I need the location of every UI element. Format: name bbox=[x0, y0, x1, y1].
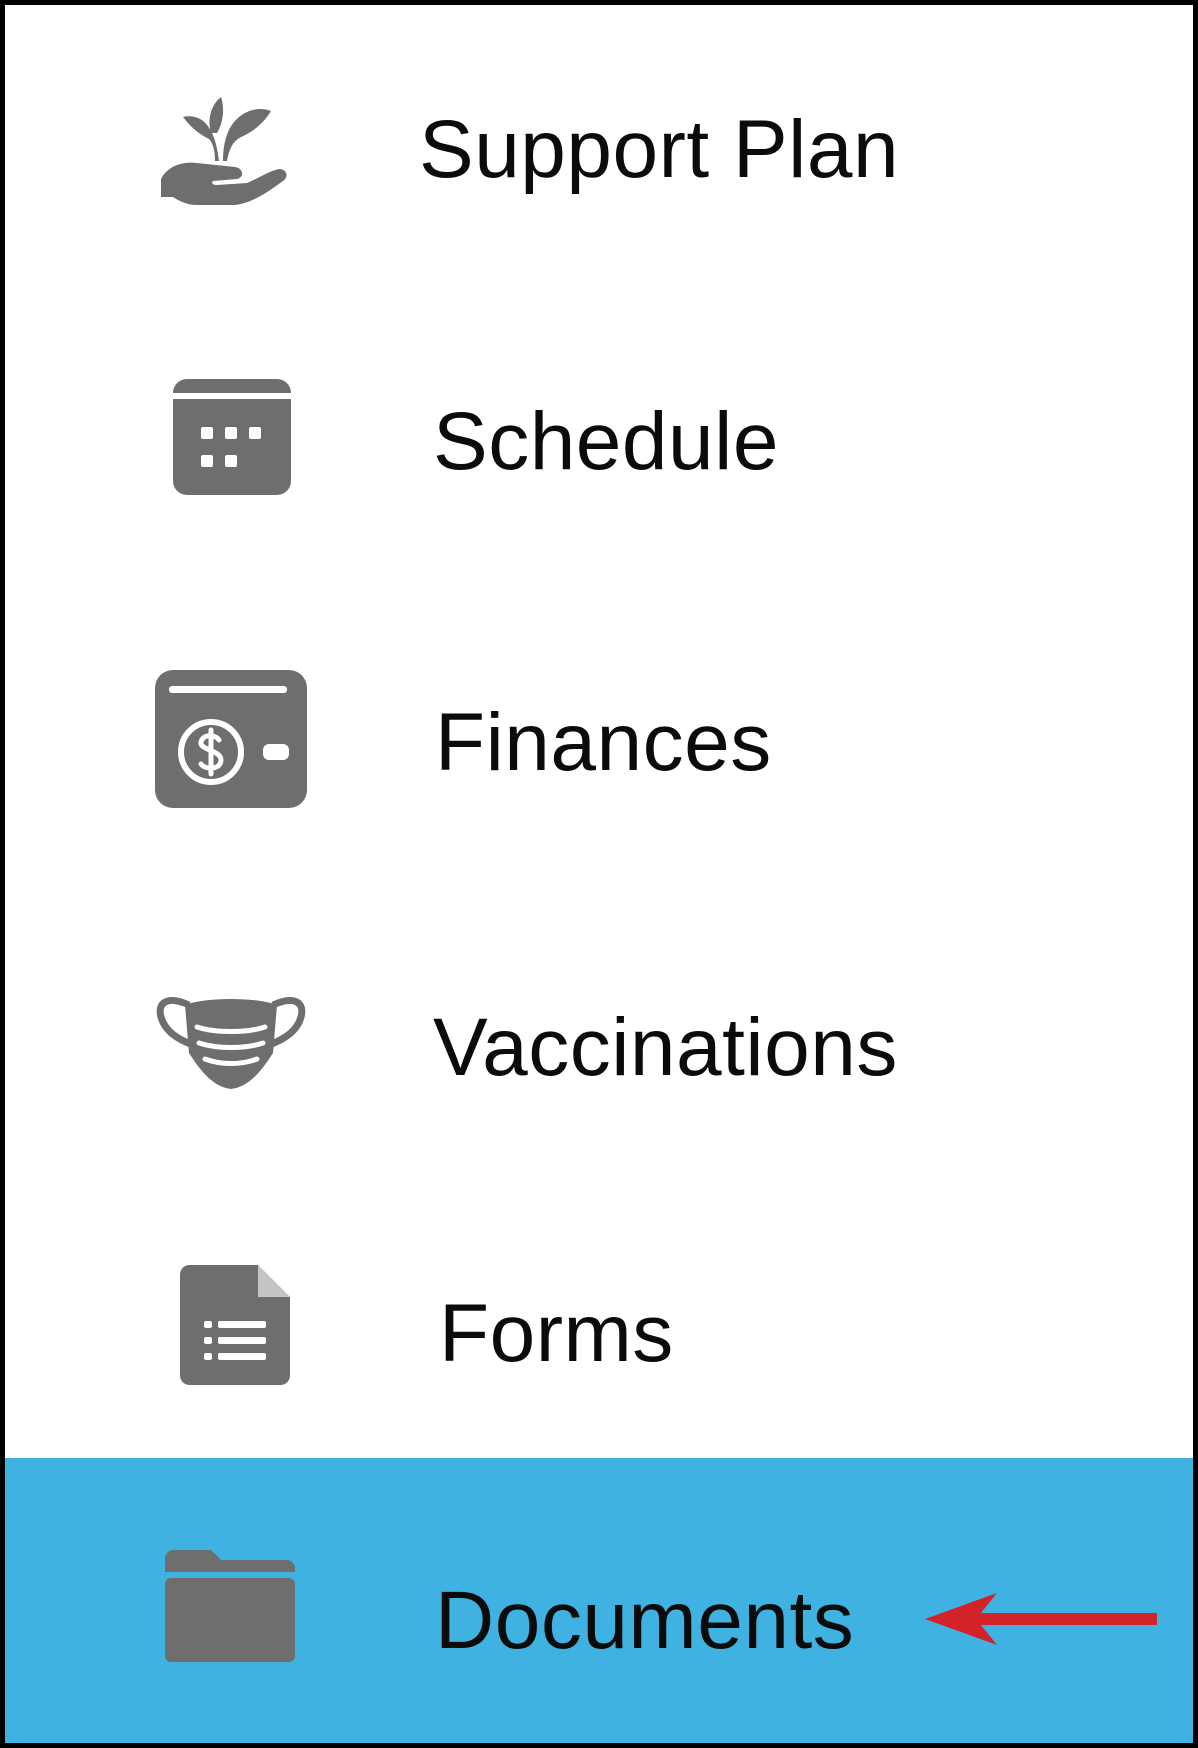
sidebar-item-label: Support Plan bbox=[419, 104, 900, 195]
sidebar-item-schedule[interactable]: Schedule bbox=[5, 365, 1193, 515]
form-icon bbox=[180, 1265, 290, 1385]
sidebar-item-support-plan[interactable]: Support Plan bbox=[5, 65, 1193, 235]
folder-icon bbox=[165, 1550, 295, 1662]
sidebar-item-finances[interactable]: Finances bbox=[5, 660, 1193, 820]
sidebar-item-label: Vaccinations bbox=[433, 1002, 898, 1093]
sidebar-item-vaccinations[interactable]: Vaccinations bbox=[5, 975, 1193, 1095]
sidebar-item-label: Finances bbox=[435, 697, 772, 788]
mask-icon bbox=[155, 983, 307, 1091]
sidebar-item-label: Forms bbox=[439, 1288, 674, 1379]
calendar-icon bbox=[173, 379, 291, 495]
sidebar-menu: Support Plan Schedule Finances Vaccinati… bbox=[0, 0, 1198, 1748]
wallet-icon bbox=[155, 670, 307, 808]
sidebar-item-forms[interactable]: Forms bbox=[5, 1255, 1193, 1395]
sidebar-item-label: Schedule bbox=[433, 396, 779, 487]
annotation-arrow-icon bbox=[925, 1591, 1165, 1647]
sidebar-item-label: Documents bbox=[435, 1575, 855, 1666]
hand-plant-icon bbox=[157, 87, 292, 207]
